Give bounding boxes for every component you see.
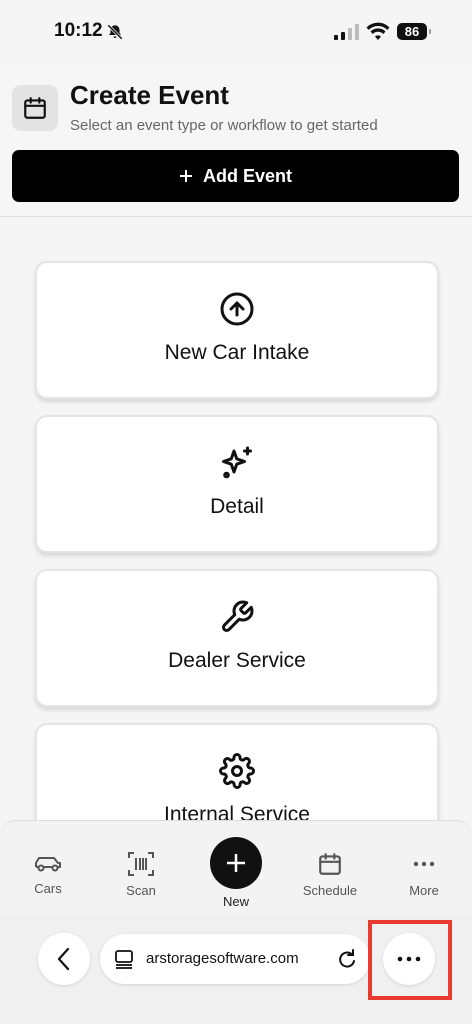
event-type-list: New Car Intake Detail Dealer Service Int… xyxy=(0,217,472,827)
wrench-icon xyxy=(222,600,254,632)
event-card-detail[interactable]: Detail xyxy=(35,415,439,553)
sparkles-icon xyxy=(222,446,252,479)
page-header: Create Event Select an event type or wor… xyxy=(0,62,472,217)
bell-muted-icon xyxy=(107,24,123,40)
event-card-label: Dealer Service xyxy=(168,649,306,672)
tab-label-new: New xyxy=(222,894,249,909)
car-icon xyxy=(35,857,61,872)
tab-cars[interactable]: Cars xyxy=(8,821,88,896)
gear-icon xyxy=(219,753,255,789)
chevron-left-icon xyxy=(57,947,70,971)
ellipsis-icon xyxy=(413,861,435,867)
tab-schedule[interactable]: Schedule xyxy=(290,821,370,898)
wifi-icon xyxy=(366,22,390,40)
calendar-icon xyxy=(12,85,58,131)
address-bar[interactable]: arstoragesoftware.com xyxy=(100,934,370,984)
tab-label: Schedule xyxy=(302,883,358,898)
calendar-icon xyxy=(319,853,341,875)
new-button[interactable] xyxy=(210,837,262,889)
event-card-label: New Car Intake xyxy=(164,341,310,364)
plus-icon xyxy=(227,854,245,872)
event-card-dealer-service[interactable]: Dealer Service xyxy=(35,569,439,707)
plus-icon xyxy=(179,170,192,182)
status-bar: 10:12 86 xyxy=(0,0,472,62)
event-card-label: Detail xyxy=(210,495,264,518)
battery-indicator: 86 xyxy=(397,23,431,40)
arrow-up-circle-icon xyxy=(220,292,254,326)
reload-icon[interactable] xyxy=(336,947,358,971)
page-title: Create Event xyxy=(70,80,229,110)
cellular-signal-icon xyxy=(334,24,359,40)
browser-back-button[interactable] xyxy=(38,933,90,985)
event-card-internal-service[interactable]: Internal Service xyxy=(35,723,439,827)
status-time: 10:12 xyxy=(54,20,103,41)
page-subtitle: Select an event type or workflow to get … xyxy=(70,117,378,134)
add-event-button[interactable]: Add Event xyxy=(12,150,459,202)
tab-label: Scan xyxy=(126,883,156,898)
page-menu-icon xyxy=(115,950,133,969)
tab-label: More xyxy=(409,883,439,898)
add-event-label: Add Event xyxy=(202,165,292,186)
highlight-box xyxy=(368,920,452,1000)
tab-label: Cars xyxy=(34,881,62,896)
event-card-new-car-intake[interactable]: New Car Intake xyxy=(35,261,439,399)
tab-more[interactable]: More xyxy=(384,821,464,898)
url-text: arstoragesoftware.com xyxy=(146,950,299,967)
browser-toolbar: arstoragesoftware.com xyxy=(0,916,472,1024)
barcode-scan-icon xyxy=(128,852,154,876)
bottom-tab-bar: Cars Scan New Schedule More xyxy=(0,820,472,917)
tab-scan[interactable]: Scan xyxy=(101,821,181,898)
